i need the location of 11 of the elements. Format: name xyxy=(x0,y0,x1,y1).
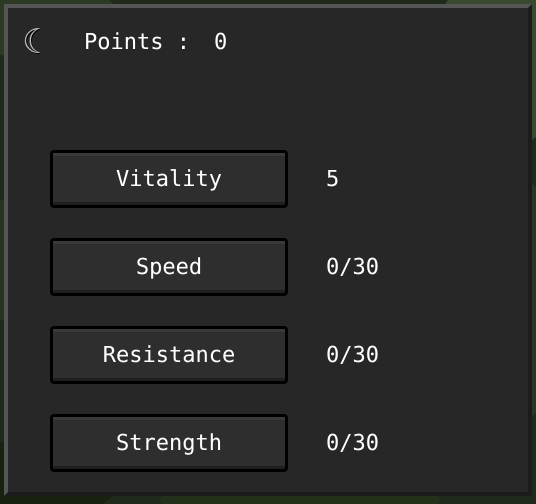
attribute-button[interactable]: Resistance xyxy=(50,326,288,384)
points-value: 0 xyxy=(214,30,228,54)
attribute-value: 0/30 xyxy=(326,254,379,280)
points-label: Points : xyxy=(84,30,190,54)
attribute-value: 5 xyxy=(326,166,340,192)
attribute-value: 0/30 xyxy=(326,430,379,456)
attribute-value: 0/30 xyxy=(326,342,379,368)
attribute-button[interactable]: Vitality xyxy=(50,150,288,208)
back-button[interactable]: ☾ xyxy=(22,25,50,59)
attribute-button[interactable]: Strength xyxy=(50,414,288,472)
attribute-button[interactable]: Speed xyxy=(50,238,288,296)
